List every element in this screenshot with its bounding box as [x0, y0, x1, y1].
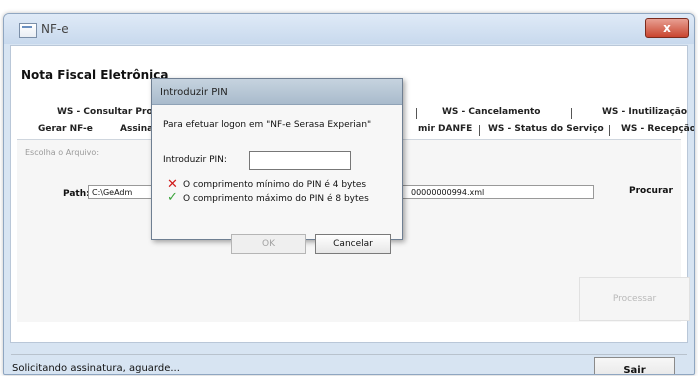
window-titlebar[interactable]: NF-e x	[4, 14, 694, 44]
pin-dialog: Introduzir PIN Para efetuar logon em "NF…	[151, 78, 403, 254]
path-value-end: 00000000994.xml	[411, 188, 485, 197]
close-window-button[interactable]: x	[645, 18, 689, 38]
path-label: Path:	[63, 189, 90, 199]
pin-max-length-rule: O comprimento máximo do PIN é 8 bytes	[183, 194, 369, 204]
ok-button[interactable]: OK	[231, 234, 306, 254]
tab-separator	[416, 108, 417, 119]
tab-separator	[571, 108, 572, 119]
pin-dialog-titlebar[interactable]: Introduzir PIN	[152, 79, 402, 105]
status-message: Solicitando assinatura, aguarde...	[12, 363, 180, 374]
tab-separator	[609, 125, 610, 136]
browse-button[interactable]: Procurar	[629, 186, 673, 196]
main-window: NF-e x Nota Fiscal Eletrônica WS - Consu…	[3, 13, 695, 375]
status-divider	[11, 354, 687, 355]
pin-label: Introduzir PIN:	[163, 155, 227, 165]
pin-dialog-title: Introduzir PIN	[160, 87, 228, 98]
tab-ws-cancelamento[interactable]: WS - Cancelamento	[442, 107, 540, 117]
tab-separator	[479, 125, 480, 136]
path-value-start: C:\GeAdm	[92, 188, 133, 197]
application-icon	[19, 23, 37, 38]
pin-input[interactable]	[249, 151, 351, 170]
tab-ws-inutilizacao[interactable]: WS - Inutilização	[602, 107, 687, 117]
tab-gerar-nfe[interactable]: Gerar NF-e	[38, 124, 93, 134]
process-button[interactable]: Processar	[579, 277, 690, 321]
window-title: NF-e	[41, 22, 69, 36]
green-check-icon: ✓	[167, 190, 178, 205]
tab-ws-consultar-proc[interactable]: WS - Consultar Proc	[57, 107, 158, 117]
cancel-button[interactable]: Cancelar	[315, 234, 391, 254]
exit-button[interactable]: Sair	[594, 357, 675, 374]
application-heading: Nota Fiscal Eletrônica	[21, 68, 169, 82]
pin-dialog-message: Para efetuar logon em "NF-e Serasa Exper…	[163, 120, 372, 130]
tab-imprimir-danfe[interactable]: mir DANFE	[418, 124, 472, 134]
pin-min-length-rule: O comprimento mínimo do PIN é 4 bytes	[183, 180, 367, 190]
tab-ws-recepcao[interactable]: WS - Recepção	[621, 124, 694, 134]
choose-file-hint: Escolha o Arquivo:	[25, 148, 100, 157]
tab-ws-status-do-servico[interactable]: WS - Status do Serviço	[488, 124, 604, 134]
